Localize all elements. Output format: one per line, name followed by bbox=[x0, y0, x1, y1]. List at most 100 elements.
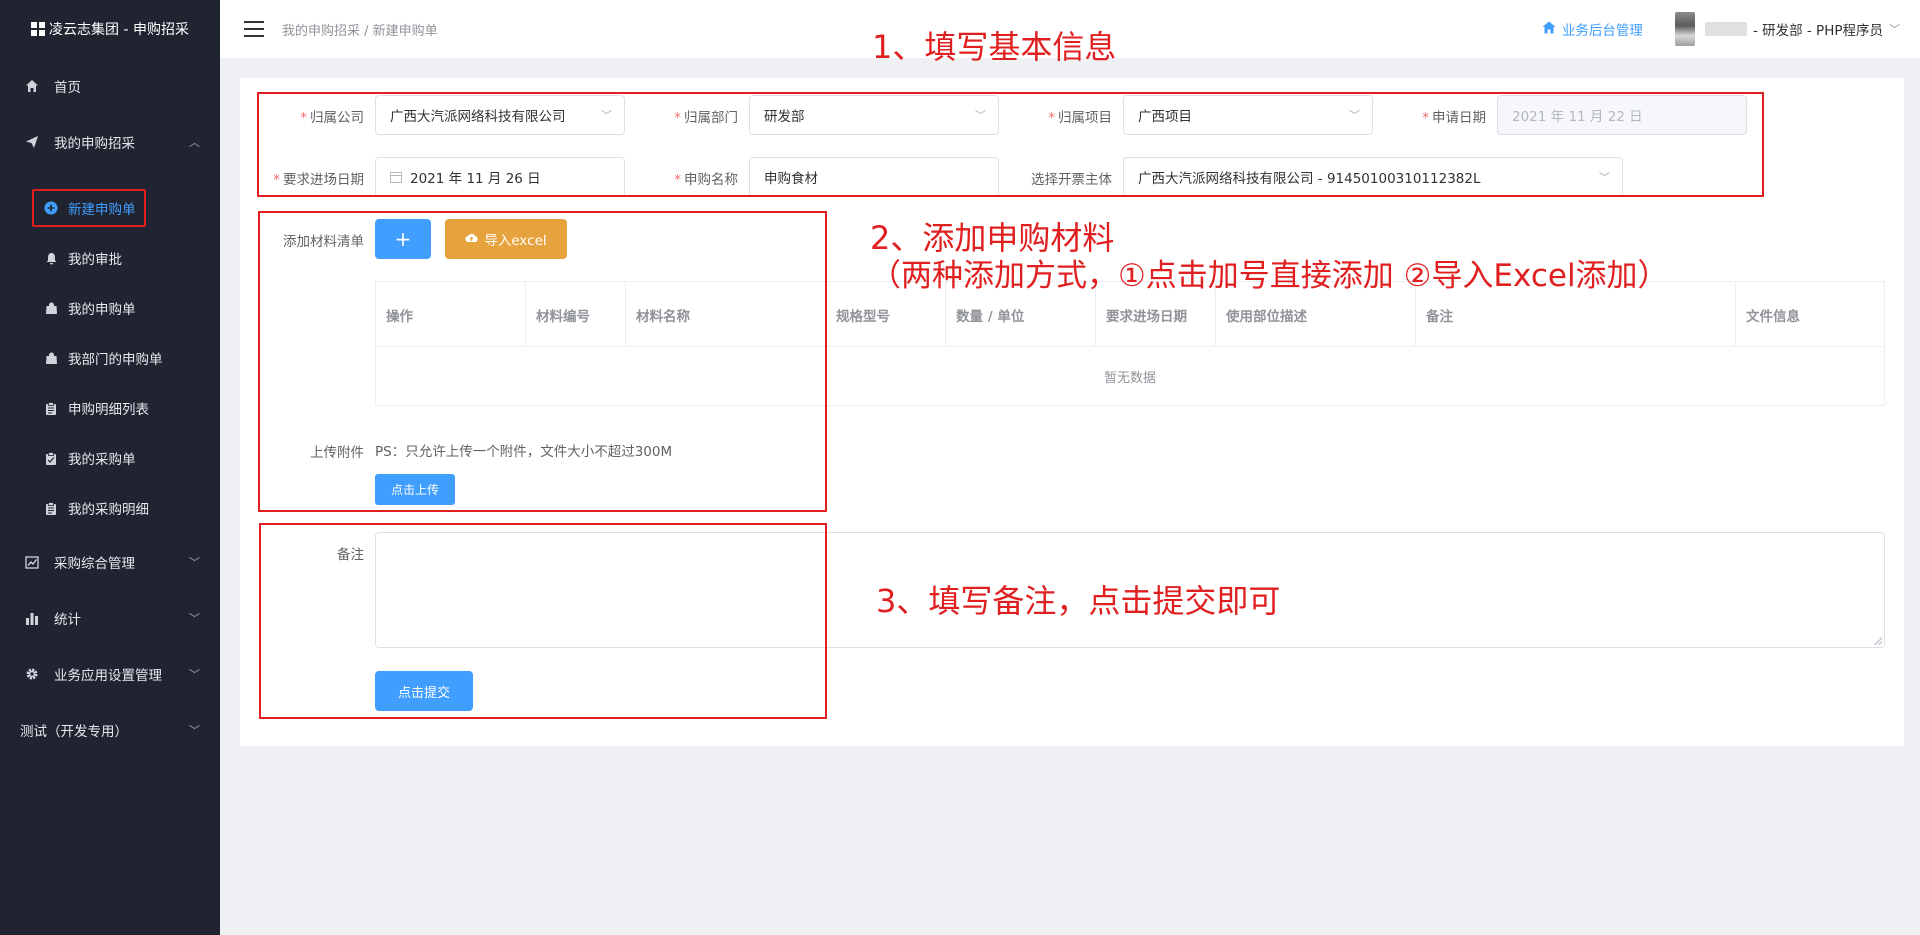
upload-button[interactable]: 点击上传 bbox=[375, 474, 455, 505]
annotation-step2-detail: （两种添加方式，①点击加号直接添加 ②导入Excel添加） bbox=[870, 258, 1669, 294]
purchase-name-value: 申购食材 bbox=[764, 171, 818, 187]
materials-table: 操作 材料编号 材料名称 规格型号 数量 / 单位 要求进场日期 使用部位描述 … bbox=[375, 281, 1885, 406]
sidebar-item-label: 业务应用设置管理 bbox=[54, 668, 162, 684]
chevron-down-icon: ﹀ bbox=[189, 556, 200, 569]
chevron-down-icon: ﹀ bbox=[975, 109, 986, 122]
chevron-down-icon: ﹀ bbox=[189, 668, 200, 681]
send-icon bbox=[24, 134, 40, 150]
sidebar-subitem-my-requests[interactable]: 我的申购单 bbox=[0, 289, 220, 327]
chevron-down-icon: ﹀ bbox=[1889, 23, 1900, 36]
clipboard-icon bbox=[44, 501, 58, 515]
sidebar-item-procurement-mgmt[interactable]: 采购综合管理 ﹀ bbox=[0, 542, 220, 582]
user-info-text: - 研发部 - PHP程序员 bbox=[1752, 23, 1883, 39]
clipboard-check-icon bbox=[44, 451, 58, 465]
invoice-entity-label: 选择开票主体 bbox=[1031, 172, 1112, 188]
header-right: 业务后台管理 - 研发部 - PHP程序员 ﹀ bbox=[1542, 0, 1900, 58]
entry-date-picker[interactable]: 2021 年 11 月 26 日 bbox=[375, 157, 625, 197]
sidebar: 凌云志集团 - 申购招采 首页 我的申购招采 ︿ 新建申购单 我的审批 我的申购… bbox=[0, 0, 220, 935]
import-excel-label: 导入excel bbox=[484, 233, 547, 249]
attachment-label: 上传附件 bbox=[310, 445, 364, 461]
plus-circle-icon bbox=[44, 201, 58, 215]
user-name-redacted bbox=[1704, 22, 1747, 36]
apply-date-label: * 申请日期 bbox=[1422, 110, 1486, 126]
sidebar-subitem-dept-requests[interactable]: 我部门的申购单 bbox=[0, 339, 220, 377]
chevron-down-icon: ﹀ bbox=[1599, 171, 1610, 184]
sidebar-item-label: 首页 bbox=[54, 80, 81, 96]
gear-icon bbox=[24, 666, 40, 682]
sidebar-subitem-label: 申购明细列表 bbox=[68, 402, 149, 418]
sidebar-subitem-my-order-details[interactable]: 我的采购明细 bbox=[0, 489, 220, 527]
table-empty-text: 暂无数据 bbox=[1103, 370, 1156, 386]
column-header: 材料编号 bbox=[526, 282, 626, 347]
apply-date-input: 2021 年 11 月 22 日 bbox=[1497, 95, 1747, 135]
chevron-down-icon: ﹀ bbox=[601, 109, 612, 122]
sidebar-subitem-new-request[interactable]: 新建申购单 bbox=[0, 189, 220, 227]
sidebar-subitem-label: 我的申购单 bbox=[68, 302, 136, 318]
purchase-name-label: * 申购名称 bbox=[674, 172, 738, 188]
home-icon bbox=[1542, 21, 1556, 38]
sidebar-item-app-settings[interactable]: 业务应用设置管理 ﹀ bbox=[0, 654, 220, 694]
sidebar-item-label: 我的申购招采 bbox=[54, 136, 135, 152]
invoice-entity-value: 广西大汽派网络科技有限公司 - 91450100310112382L bbox=[1138, 171, 1481, 187]
annotation-step2: 2、添加申购材料 bbox=[870, 219, 1115, 257]
remark-label: 备注 bbox=[337, 547, 364, 563]
app-title: 凌云志集团 - 申购招采 bbox=[49, 22, 189, 38]
grid-icon bbox=[31, 22, 46, 36]
home-icon bbox=[24, 78, 40, 94]
column-header: 材料名称 bbox=[636, 308, 690, 325]
avatar[interactable] bbox=[1674, 12, 1695, 46]
sidebar-subitem-my-orders[interactable]: 我的采购单 bbox=[0, 439, 220, 477]
user-menu[interactable]: - 研发部 - PHP程序员 ﹀ bbox=[1704, 19, 1900, 39]
add-material-button[interactable]: + bbox=[375, 219, 431, 259]
sidebar-item-my-purchase[interactable]: 我的申购招采 ︿ bbox=[0, 122, 220, 162]
project-select[interactable]: 广西项目 ﹀ bbox=[1123, 95, 1373, 135]
sidebar-subitem-label: 我的审批 bbox=[68, 252, 122, 268]
bag-icon bbox=[44, 351, 58, 365]
chevron-down-icon: ﹀ bbox=[189, 724, 200, 737]
cloud-upload-icon bbox=[465, 231, 478, 247]
bar-chart-icon bbox=[24, 610, 40, 626]
project-label: * 归属项目 bbox=[1048, 110, 1112, 126]
sidebar-item-label: 测试（开发专用） bbox=[20, 724, 128, 740]
resize-handle[interactable] bbox=[1874, 637, 1882, 645]
chevron-down-icon: ﹀ bbox=[189, 612, 200, 625]
company-select[interactable]: 广西大汽派网络科技有限公司 ﹀ bbox=[375, 95, 625, 135]
breadcrumb: 我的申购招采 / 新建申购单 bbox=[282, 23, 438, 39]
sidebar-item-statistics[interactable]: 统计 ﹀ bbox=[0, 598, 220, 638]
admin-link-label: 业务后台管理 bbox=[1561, 23, 1643, 39]
annotation-step1: 1、填写基本信息 bbox=[872, 28, 1117, 66]
invoice-entity-select[interactable]: 广西大汽派网络科技有限公司 - 91450100310112382L ﹀ bbox=[1123, 157, 1623, 197]
sidebar-item-home[interactable]: 首页 bbox=[0, 66, 220, 106]
department-value: 研发部 bbox=[764, 109, 805, 125]
clipboard-icon bbox=[44, 401, 58, 415]
admin-link[interactable]: 业务后台管理 bbox=[1542, 19, 1643, 39]
chevron-up-icon: ︿ bbox=[189, 136, 200, 149]
sidebar-subitem-my-approval[interactable]: 我的审批 bbox=[0, 239, 220, 277]
company-label: * 归属公司 bbox=[300, 110, 364, 126]
project-value: 广西项目 bbox=[1138, 109, 1192, 125]
sidebar-subitem-label: 我的采购单 bbox=[68, 452, 136, 468]
sidebar-item-label: 统计 bbox=[54, 612, 81, 628]
import-excel-button[interactable]: 导入excel bbox=[445, 219, 567, 259]
sidebar-subitem-request-details[interactable]: 申购明细列表 bbox=[0, 389, 220, 427]
apply-date-value: 2021 年 11 月 22 日 bbox=[1512, 109, 1643, 125]
materials-label: 添加材料清单 bbox=[283, 234, 364, 250]
chevron-down-icon: ﹀ bbox=[1349, 109, 1360, 122]
sidebar-item-test[interactable]: 测试（开发专用） ﹀ bbox=[0, 710, 220, 750]
attachment-hint: PS：只允许上传一个附件，文件大小不超过300M bbox=[375, 444, 673, 460]
annotation-step3: 3、填写备注，点击提交即可 bbox=[876, 582, 1281, 620]
company-value: 广西大汽派网络科技有限公司 bbox=[390, 109, 566, 125]
column-header: 文件信息 bbox=[1746, 308, 1800, 325]
bell-icon bbox=[44, 251, 58, 265]
app-logo[interactable]: 凌云志集团 - 申购招采 bbox=[0, 0, 220, 58]
sidebar-subitem-label: 我的采购明细 bbox=[68, 502, 149, 518]
department-select[interactable]: 研发部 ﹀ bbox=[749, 95, 999, 135]
menu-toggle-icon[interactable] bbox=[244, 21, 264, 37]
column-header: 操作 bbox=[376, 282, 526, 347]
bag-icon bbox=[44, 301, 58, 315]
calendar-icon bbox=[390, 171, 402, 183]
purchase-name-input[interactable]: 申购食材 bbox=[749, 157, 999, 197]
submit-button[interactable]: 点击提交 bbox=[375, 671, 473, 711]
sidebar-subitem-label: 新建申购单 bbox=[68, 202, 136, 218]
sidebar-subitem-label: 我部门的申购单 bbox=[68, 352, 163, 368]
